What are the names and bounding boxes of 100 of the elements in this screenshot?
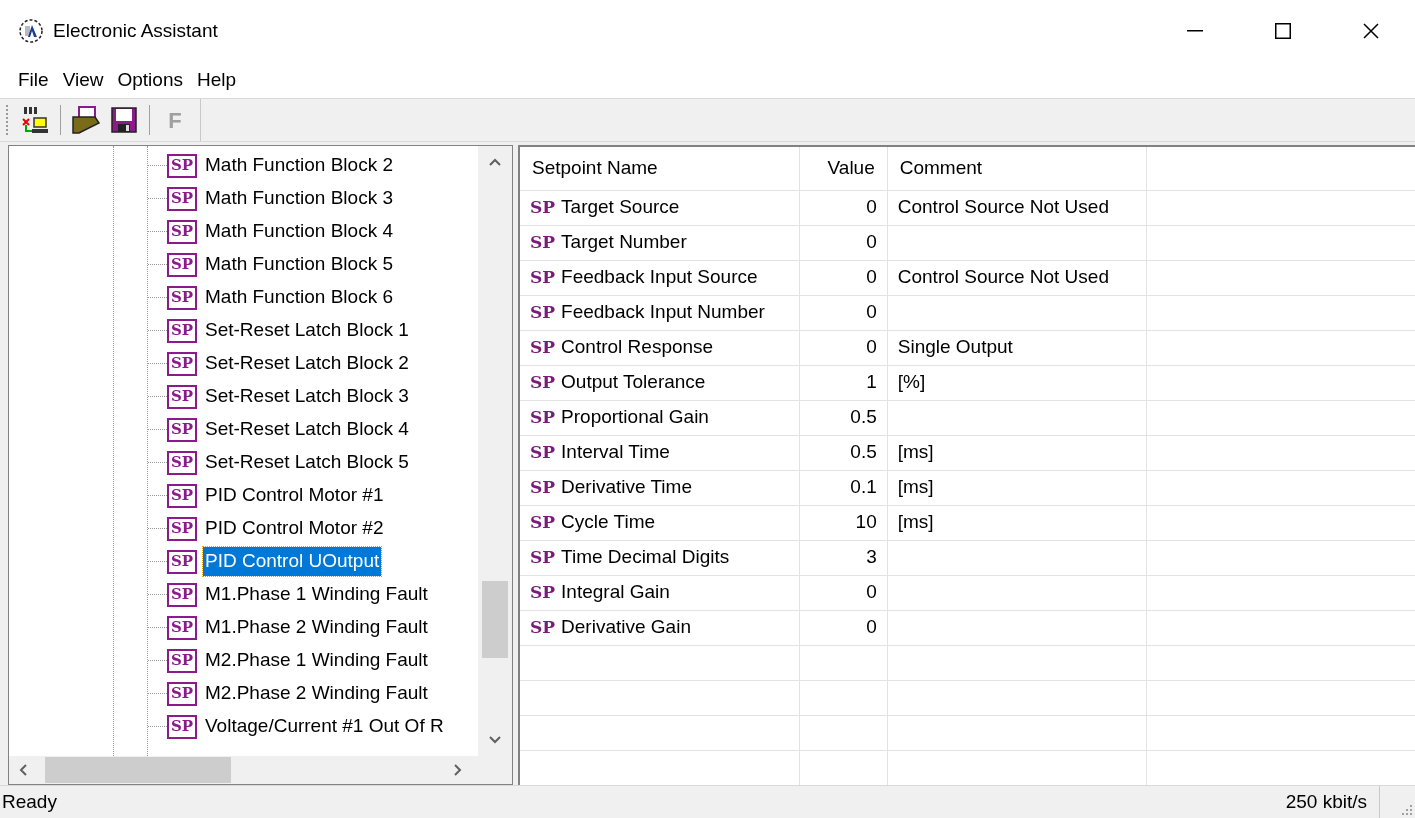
setpoint-comment: Control Source Not Used xyxy=(887,260,1147,295)
setpoint-icon: SP xyxy=(530,194,556,221)
tree-item[interactable]: M1.Phase 2 Winding Fault xyxy=(203,613,430,642)
setpoint-icon: SP xyxy=(530,474,556,501)
setpoint-icon: SP xyxy=(167,186,197,211)
setpoint-comment: Single Output xyxy=(887,330,1147,365)
tree-item[interactable]: Math Function Block 2 xyxy=(203,151,395,180)
column-header[interactable]: Setpoint Name xyxy=(520,147,800,190)
scrollbar-thumb[interactable] xyxy=(482,581,508,658)
setpoint-icon: SP xyxy=(167,252,197,277)
tree-item[interactable]: Math Function Block 5 xyxy=(203,250,395,279)
tree-item[interactable]: Set-Reset Latch Block 4 xyxy=(203,415,411,444)
setpoint-icon: SP xyxy=(530,439,556,466)
setpoint-value: 0 xyxy=(799,190,888,225)
tree-item[interactable]: M2.Phase 1 Winding Fault xyxy=(203,646,430,675)
minimize-icon xyxy=(1187,30,1203,32)
setpoint-icon: SP xyxy=(530,229,556,256)
resize-grip-icon xyxy=(1402,805,1412,815)
column-header[interactable]: Value xyxy=(799,147,888,190)
setpoint-value: 10 xyxy=(799,505,888,540)
setpoint-value: 0.1 xyxy=(799,470,888,505)
setpoint-comment: [ms] xyxy=(887,435,1147,470)
maximize-icon xyxy=(1275,23,1291,39)
setpoint-icon: SP xyxy=(167,450,197,475)
setpoint-name: Output Tolerance xyxy=(561,370,706,395)
tree-item[interactable]: Set-Reset Latch Block 2 xyxy=(203,349,411,378)
setpoint-icon: SP xyxy=(530,509,556,536)
setpoint-icon: SP xyxy=(167,615,197,640)
setpoint-comment: [%] xyxy=(887,365,1147,400)
setpoint-value: 1 xyxy=(799,365,888,400)
setpoint-name: Cycle Time xyxy=(561,510,656,535)
setpoint-name: Feedback Input Number xyxy=(561,300,765,325)
setpoint-icon: SP xyxy=(167,417,197,442)
menu-item[interactable]: View xyxy=(56,65,110,95)
setpoint-value: 0 xyxy=(799,260,888,295)
tree-item[interactable]: Math Function Block 4 xyxy=(203,217,395,246)
app-logo-icon xyxy=(18,18,44,44)
tree-item[interactable]: M2.Phase 2 Winding Fault xyxy=(203,679,430,708)
setpoint-icon: SP xyxy=(167,714,197,739)
setpoint-icon: SP xyxy=(167,516,197,541)
vertical-scrollbar[interactable] xyxy=(478,146,512,756)
setpoint-icon: SP xyxy=(167,648,197,673)
setpoint-name: Proportional Gain xyxy=(561,405,709,430)
setpoint-comment: Control Source Not Used xyxy=(887,190,1147,225)
baud-rate: 250 kbit/s xyxy=(1284,789,1368,814)
setpoint-icon: SP xyxy=(167,318,197,343)
setpoint-icon: SP xyxy=(530,614,556,641)
setpoint-icon: SP xyxy=(530,264,556,291)
column-header[interactable]: Comment xyxy=(887,147,1147,190)
setpoint-icon: SP xyxy=(530,369,556,396)
close-icon xyxy=(1363,23,1379,39)
setpoint-icon: SP xyxy=(530,334,556,361)
setpoint-value: 0 xyxy=(799,575,888,610)
tree-item[interactable]: Voltage/Current #1 Out Of R xyxy=(203,712,446,741)
network-computer-icon xyxy=(20,105,50,135)
tree-item[interactable]: Math Function Block 6 xyxy=(203,283,395,312)
setpoint-icon: SP xyxy=(167,681,197,706)
tree-item[interactable]: Set-Reset Latch Block 1 xyxy=(203,316,411,345)
setpoint-name: Derivative Gain xyxy=(561,615,691,640)
tree-item[interactable]: PID Control Motor #1 xyxy=(203,481,386,510)
setpoint-name: Control Response xyxy=(561,335,714,360)
setpoint-name: Derivative Time xyxy=(561,475,692,500)
scrollbar-thumb[interactable] xyxy=(45,757,231,783)
setpoint-icon: SP xyxy=(530,404,556,431)
setpoint-value: 0 xyxy=(799,295,888,330)
setpoint-icon: SP xyxy=(530,544,556,571)
setpoint-icon: SP xyxy=(167,549,197,574)
setpoint-value: 0 xyxy=(799,330,888,365)
setpoint-value: 3 xyxy=(799,540,888,575)
setpoint-value: 0 xyxy=(799,610,888,645)
setpoint-value: 0.5 xyxy=(799,400,888,435)
tree-item[interactable]: M1.Phase 1 Winding Fault xyxy=(203,580,430,609)
setpoint-icon: SP xyxy=(167,483,197,508)
setpoint-name: Time Decimal Digits xyxy=(561,545,730,570)
setpoint-icon: SP xyxy=(167,219,197,244)
setpoint-value: 0.5 xyxy=(799,435,888,470)
open-folder-icon xyxy=(71,105,101,135)
tree-item[interactable]: Set-Reset Latch Block 3 xyxy=(203,382,411,411)
tree-item[interactable]: Math Function Block 3 xyxy=(203,184,395,213)
tree-item[interactable]: PID Control UOutput xyxy=(203,547,382,576)
setpoint-icon: SP xyxy=(167,153,197,178)
status-message: Ready xyxy=(1,789,57,814)
setpoint-icon: SP xyxy=(167,285,197,310)
setpoint-name: Target Number xyxy=(561,230,687,255)
setpoint-icon: SP xyxy=(167,351,197,376)
menu-item[interactable]: Help xyxy=(190,65,243,95)
setpoint-icon: SP xyxy=(167,582,197,607)
setpoint-name: Interval Time xyxy=(561,440,670,465)
menu-item[interactable]: File xyxy=(12,65,55,95)
horizontal-scrollbar[interactable] xyxy=(9,756,512,784)
setpoint-name: Feedback Input Source xyxy=(561,265,758,290)
setpoint-comment: [ms] xyxy=(887,470,1147,505)
setpoint-name: Target Source xyxy=(561,195,680,220)
menu-item[interactable]: Options xyxy=(111,65,189,95)
setpoint-name: Integral Gain xyxy=(561,580,670,605)
setpoint-icon: SP xyxy=(530,299,556,326)
tree-item[interactable]: PID Control Motor #2 xyxy=(203,514,386,543)
tree-item[interactable]: Set-Reset Latch Block 5 xyxy=(203,448,411,477)
setpoint-value: 0 xyxy=(799,225,888,260)
window-title: Electronic Assistant xyxy=(53,18,218,43)
